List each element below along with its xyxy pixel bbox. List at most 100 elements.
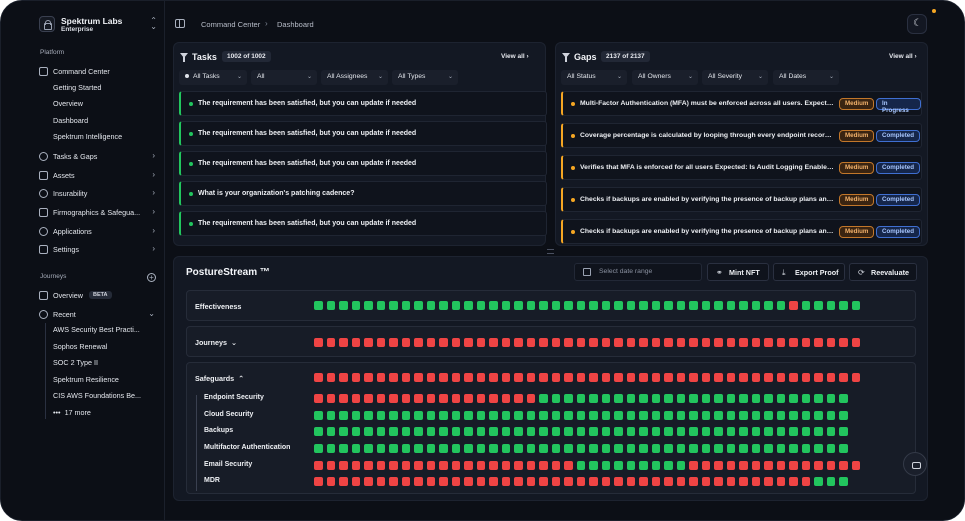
add-journey-icon[interactable]: +: [147, 273, 156, 282]
status-square-pass[interactable]: [601, 461, 610, 470]
status-square-pass[interactable]: [826, 394, 835, 403]
status-square-pass[interactable]: [389, 411, 398, 420]
journeys-row[interactable]: Journeys ⌄: [186, 326, 916, 357]
status-square-fail[interactable]: [314, 477, 323, 486]
status-square-fail[interactable]: [839, 461, 848, 470]
status-square-pass[interactable]: [664, 444, 673, 453]
status-square-pass[interactable]: [326, 301, 335, 310]
status-square-pass[interactable]: [339, 411, 348, 420]
status-square-pass[interactable]: [426, 427, 435, 436]
status-square-fail[interactable]: [714, 461, 723, 470]
status-square-fail[interactable]: [826, 461, 835, 470]
status-square-fail[interactable]: [726, 477, 735, 486]
status-square-pass[interactable]: [576, 444, 585, 453]
status-square-pass[interactable]: [689, 427, 698, 436]
status-square-pass[interactable]: [326, 444, 335, 453]
status-square-pass[interactable]: [639, 301, 648, 310]
status-square-pass[interactable]: [476, 427, 485, 436]
status-square-fail[interactable]: [626, 373, 635, 382]
status-square-fail[interactable]: [601, 477, 610, 486]
status-square-fail[interactable]: [764, 461, 773, 470]
status-square-pass[interactable]: [376, 444, 385, 453]
status-square-fail[interactable]: [614, 373, 623, 382]
status-square-pass[interactable]: [451, 301, 460, 310]
status-square-fail[interactable]: [426, 477, 435, 486]
status-square-fail[interactable]: [739, 338, 748, 347]
status-square-fail[interactable]: [801, 338, 810, 347]
status-square-fail[interactable]: [376, 461, 385, 470]
status-square-fail[interactable]: [339, 477, 348, 486]
status-square-pass[interactable]: [601, 394, 610, 403]
status-square-pass[interactable]: [689, 394, 698, 403]
gap-row[interactable]: Checks if backups are enabled by verifyi…: [561, 187, 922, 212]
status-square-fail[interactable]: [364, 477, 373, 486]
status-square-pass[interactable]: [464, 444, 473, 453]
sidebar-item-tasks-gaps[interactable]: Tasks & Gaps ›: [39, 148, 159, 164]
export-proof-button[interactable]: ⤓ Export Proof: [773, 263, 845, 281]
status-square-pass[interactable]: [801, 301, 810, 310]
status-square-fail[interactable]: [439, 477, 448, 486]
task-row[interactable]: The requirement has been satisfied, but …: [179, 151, 547, 176]
status-square-pass[interactable]: [776, 394, 785, 403]
status-square-pass[interactable]: [314, 411, 323, 420]
status-square-fail[interactable]: [326, 394, 335, 403]
status-square-pass[interactable]: [851, 301, 860, 310]
status-square-pass[interactable]: [726, 444, 735, 453]
status-square-fail[interactable]: [501, 461, 510, 470]
status-square-pass[interactable]: [526, 301, 535, 310]
status-square-pass[interactable]: [576, 301, 585, 310]
status-square-pass[interactable]: [526, 444, 535, 453]
status-square-fail[interactable]: [689, 373, 698, 382]
status-square-pass[interactable]: [576, 461, 585, 470]
status-square-fail[interactable]: [739, 373, 748, 382]
status-square-pass[interactable]: [676, 411, 685, 420]
status-square-pass[interactable]: [776, 444, 785, 453]
status-square-fail[interactable]: [376, 394, 385, 403]
status-square-pass[interactable]: [389, 444, 398, 453]
status-square-fail[interactable]: [801, 373, 810, 382]
status-square-fail[interactable]: [414, 394, 423, 403]
status-square-pass[interactable]: [601, 444, 610, 453]
status-square-pass[interactable]: [451, 444, 460, 453]
status-square-pass[interactable]: [751, 394, 760, 403]
status-square-pass[interactable]: [701, 444, 710, 453]
status-square-fail[interactable]: [414, 338, 423, 347]
gap-row[interactable]: Checks if backups are enabled by verifyi…: [561, 219, 922, 244]
status-square-fail[interactable]: [639, 477, 648, 486]
status-square-fail[interactable]: [326, 477, 335, 486]
status-square-fail[interactable]: [339, 338, 348, 347]
sidebar-item-recent[interactable]: Recent ⌄: [39, 306, 159, 322]
status-square-fail[interactable]: [489, 461, 498, 470]
status-square-pass[interactable]: [814, 477, 823, 486]
status-square-pass[interactable]: [639, 444, 648, 453]
status-square-fail[interactable]: [514, 373, 523, 382]
status-square-pass[interactable]: [701, 411, 710, 420]
org-switcher[interactable]: Spektrum Labs Enterprise ⌃ ⌄: [39, 15, 157, 35]
status-square-fail[interactable]: [789, 301, 798, 310]
status-square-pass[interactable]: [801, 411, 810, 420]
status-square-fail[interactable]: [326, 338, 335, 347]
status-square-fail[interactable]: [564, 461, 573, 470]
status-square-pass[interactable]: [364, 411, 373, 420]
status-square-fail[interactable]: [539, 373, 548, 382]
status-square-fail[interactable]: [764, 373, 773, 382]
status-square-pass[interactable]: [676, 461, 685, 470]
status-square-pass[interactable]: [339, 444, 348, 453]
status-square-fail[interactable]: [551, 338, 560, 347]
status-square-pass[interactable]: [714, 411, 723, 420]
status-square-fail[interactable]: [701, 461, 710, 470]
status-square-fail[interactable]: [389, 461, 398, 470]
status-square-pass[interactable]: [689, 444, 698, 453]
status-square-fail[interactable]: [401, 338, 410, 347]
status-square-pass[interactable]: [314, 427, 323, 436]
status-square-pass[interactable]: [451, 427, 460, 436]
theme-toggle-button[interactable]: [907, 14, 927, 34]
gap-row[interactable]: Verifies that MFA is enforced for all us…: [561, 155, 922, 180]
gap-row[interactable]: Multi-Factor Authentication (MFA) must b…: [561, 91, 922, 116]
status-square-pass[interactable]: [339, 427, 348, 436]
tasks-filter-types[interactable]: All Types ⌄: [392, 70, 458, 85]
status-square-fail[interactable]: [326, 461, 335, 470]
status-square-fail[interactable]: [451, 394, 460, 403]
status-square-fail[interactable]: [826, 373, 835, 382]
gaps-filter-status[interactable]: All Status ⌄: [561, 70, 627, 85]
